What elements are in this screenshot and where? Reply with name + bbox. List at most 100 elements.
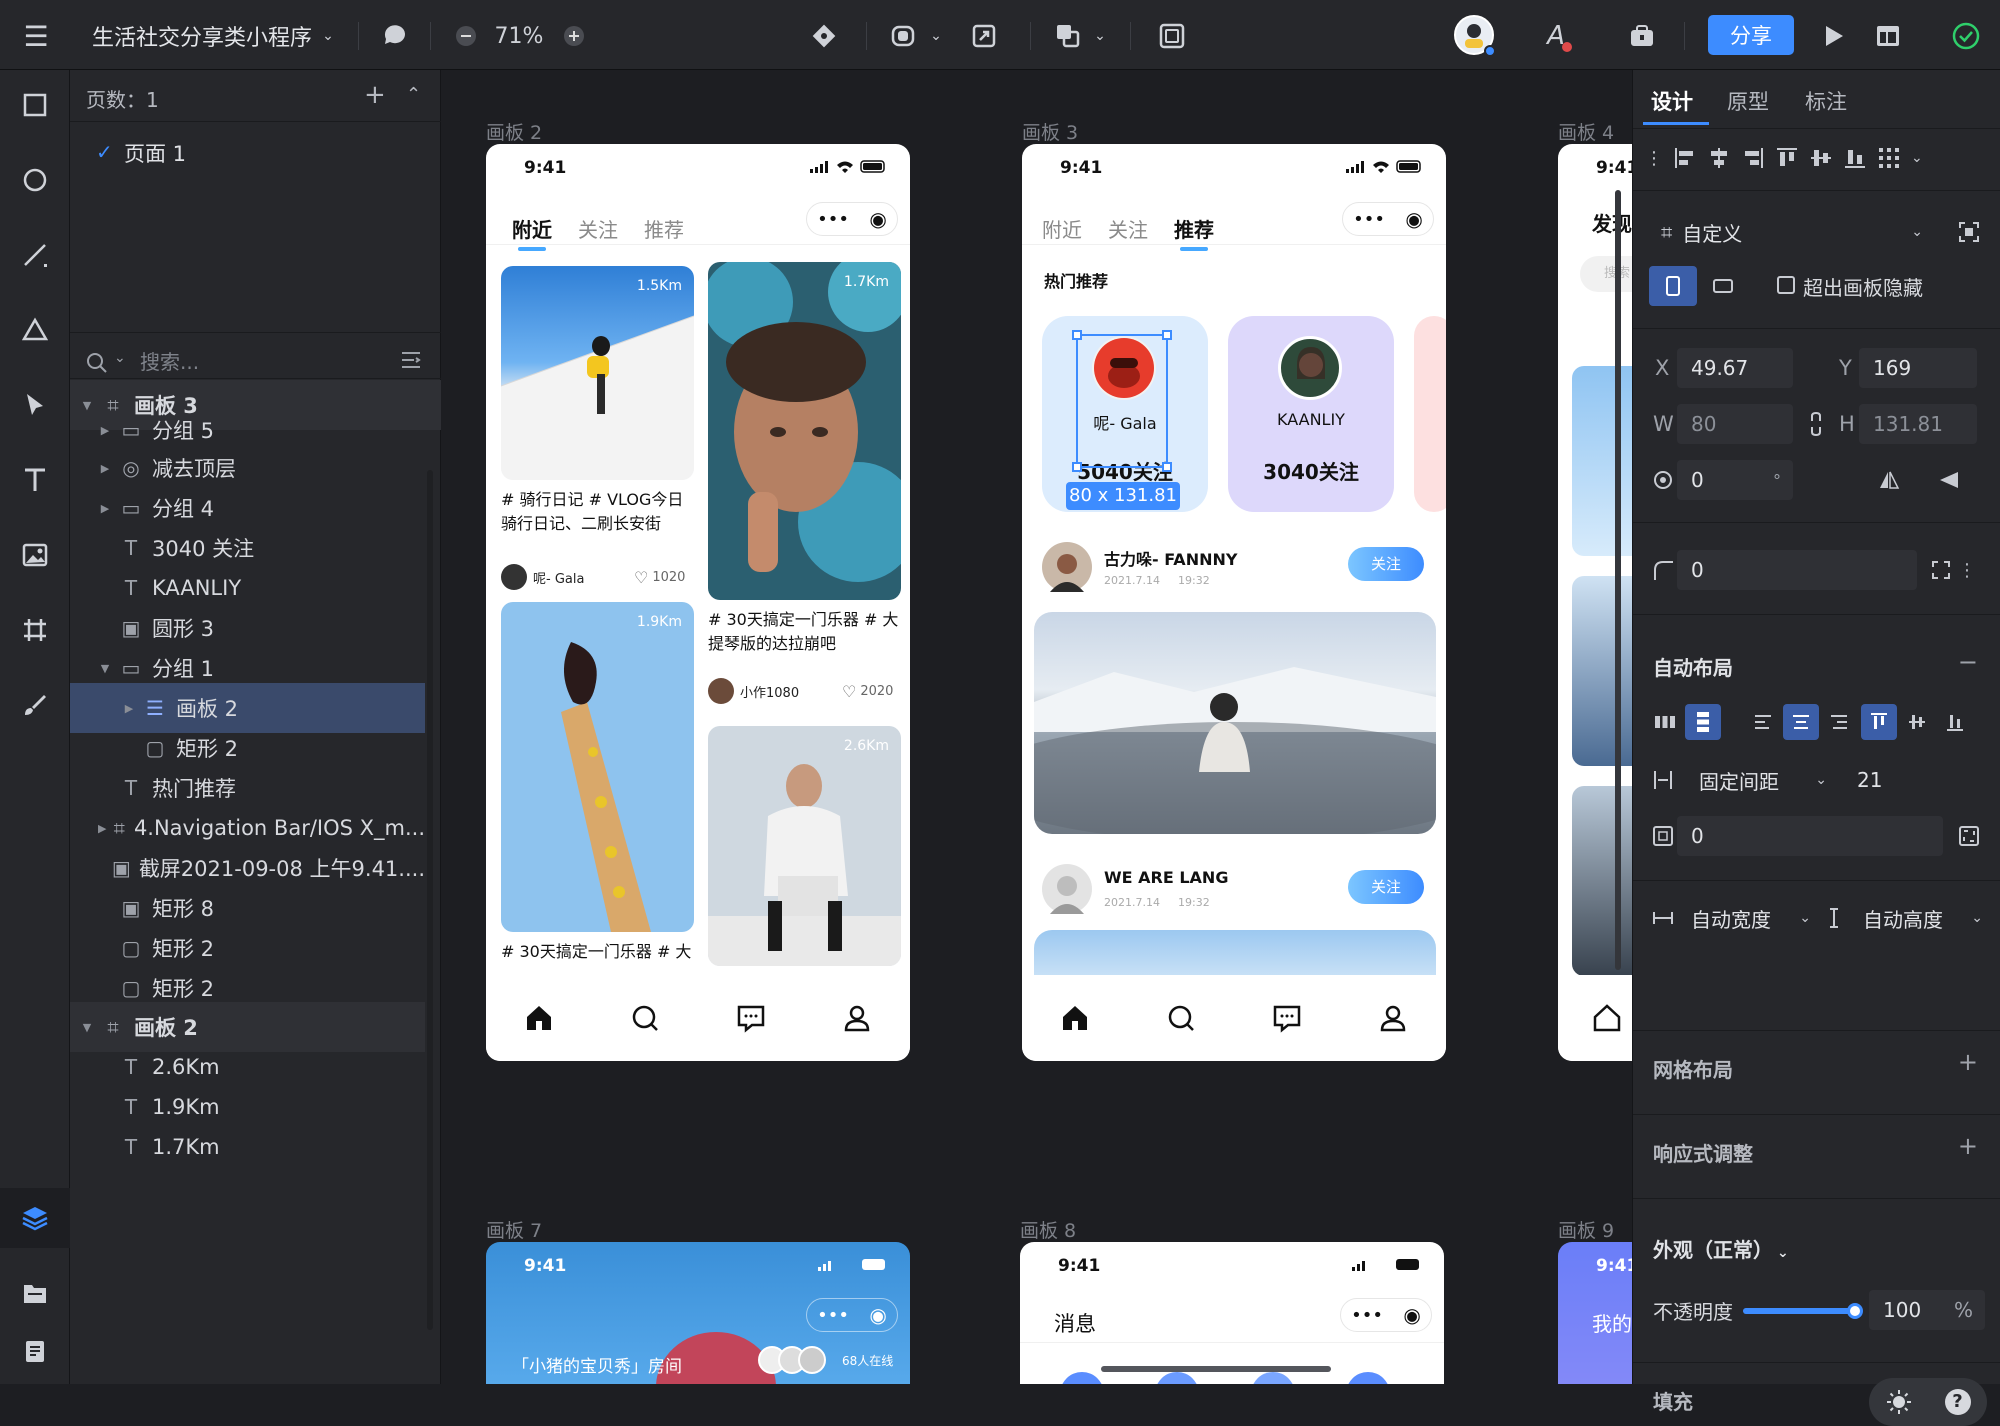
triangle-tool-icon[interactable] bbox=[10, 305, 60, 355]
rotation-input[interactable]: 0 ° bbox=[1677, 460, 1793, 500]
home-icon[interactable] bbox=[1592, 1003, 1622, 1033]
tab-following[interactable]: 关注 bbox=[578, 214, 618, 243]
tab-design[interactable]: 设计 bbox=[1651, 86, 1693, 116]
independent-padding-icon[interactable] bbox=[1951, 818, 1987, 854]
x-input[interactable]: 49.67 bbox=[1677, 348, 1793, 388]
help-icon[interactable]: ? bbox=[1944, 1389, 1971, 1415]
image-tool-icon[interactable] bbox=[10, 530, 60, 580]
discover-icon[interactable] bbox=[630, 1003, 660, 1033]
tab-prototype[interactable]: 原型 bbox=[1727, 86, 1769, 116]
artboard-8[interactable]: 9:41 消息 ••• ◉ bbox=[1020, 1242, 1444, 1384]
theme-sun-icon[interactable] bbox=[1886, 1389, 1912, 1415]
artboard-label[interactable]: 画板 3 bbox=[1022, 118, 1078, 145]
play-icon[interactable] bbox=[1816, 18, 1852, 54]
layout-vertical-icon[interactable] bbox=[1685, 704, 1721, 740]
home-icon[interactable] bbox=[524, 1003, 554, 1033]
auto-width-select[interactable]: 自动宽度 ⌄ bbox=[1677, 898, 1817, 938]
artboard-label[interactable]: 画板 7 bbox=[486, 1216, 542, 1243]
zoom-in-icon[interactable] bbox=[560, 22, 588, 50]
corner-radius-input[interactable]: 0 bbox=[1677, 550, 1917, 590]
fit-frame-icon[interactable] bbox=[1951, 214, 1987, 250]
align-top-icon[interactable] bbox=[1775, 146, 1799, 170]
h-input[interactable]: 131.81 bbox=[1859, 404, 1977, 444]
tab-recommend[interactable]: 推荐 bbox=[644, 214, 684, 243]
tab-recommend[interactable]: 推荐 bbox=[1174, 214, 1214, 251]
opacity-slider-thumb[interactable] bbox=[1847, 1303, 1863, 1319]
layer-row[interactable]: T 1.7Km bbox=[70, 1122, 425, 1172]
post-image[interactable]: 1.7Km bbox=[708, 262, 901, 600]
filter-icon[interactable] bbox=[400, 350, 422, 372]
chevron-down-icon[interactable]: ⌄ bbox=[926, 22, 946, 50]
chevron-down-icon[interactable]: ⌄ bbox=[114, 350, 126, 366]
constrain-proportions-icon[interactable] bbox=[1803, 406, 1829, 442]
board4-search[interactable]: 搜索 bbox=[1580, 256, 1632, 292]
remove-auto-layout-icon[interactable]: − bbox=[1958, 648, 1978, 676]
project-title[interactable]: 生活社交分享类小程序 bbox=[92, 20, 312, 52]
mini-program-capsule[interactable]: ••• ◉ bbox=[1342, 202, 1434, 236]
hot-card[interactable]: KAANLIY 3040关注 bbox=[1228, 316, 1394, 512]
message-icon[interactable] bbox=[736, 1003, 766, 1033]
flip-vertical-icon[interactable] bbox=[1931, 462, 1967, 498]
more-icon[interactable]: ⋮ bbox=[1645, 148, 1663, 169]
post-image[interactable]: 1.5Km bbox=[501, 266, 694, 480]
text-align-left-icon[interactable] bbox=[1745, 704, 1781, 740]
follow-button[interactable]: 关注 bbox=[1348, 547, 1424, 581]
w-input[interactable]: 80 bbox=[1677, 404, 1793, 444]
text-align-center-icon[interactable] bbox=[1783, 704, 1819, 740]
ellipse-tool-icon[interactable] bbox=[10, 155, 60, 205]
spacing-input[interactable]: 21 bbox=[1843, 760, 1983, 800]
layer-row[interactable]: ▶ ▭ 分组 5 bbox=[70, 413, 425, 447]
add-page-icon[interactable]: + bbox=[364, 80, 386, 110]
tab-nearby[interactable]: 附近 bbox=[512, 214, 552, 251]
layout-horizontal-icon[interactable] bbox=[1647, 704, 1683, 740]
text-align-right-icon[interactable] bbox=[1821, 704, 1857, 740]
add-responsive-icon[interactable]: + bbox=[1958, 1132, 1978, 1160]
share-button[interactable]: 分享 bbox=[1708, 15, 1794, 55]
layer-search-input[interactable]: 搜索... bbox=[140, 346, 360, 378]
hot-card[interactable] bbox=[1414, 316, 1446, 512]
layout-icon[interactable] bbox=[1870, 18, 1906, 54]
align-right-icon[interactable] bbox=[1741, 146, 1765, 170]
follow-button[interactable]: 关注 bbox=[1348, 870, 1424, 904]
align-left-icon[interactable] bbox=[1673, 146, 1697, 170]
comment-icon[interactable] bbox=[378, 18, 412, 52]
menu-icon[interactable]: ☰ bbox=[18, 18, 54, 54]
pen-tool-icon[interactable] bbox=[10, 380, 60, 430]
independent-corners-icon[interactable] bbox=[1923, 552, 1959, 588]
layers-tab-icon[interactable] bbox=[0, 1188, 70, 1248]
more-icon[interactable]: ⋮ bbox=[1955, 552, 1979, 588]
portrait-icon[interactable] bbox=[1649, 266, 1697, 306]
mini-program-capsule[interactable]: ••• ◉ bbox=[806, 1298, 898, 1332]
chevron-down-icon[interactable]: ⌄ bbox=[1090, 22, 1110, 50]
artboard-label[interactable]: 画板 4 bbox=[1558, 118, 1614, 145]
align-items-top-icon[interactable] bbox=[1861, 704, 1897, 740]
artboard-label[interactable]: 画板 8 bbox=[1020, 1216, 1076, 1243]
post-likes[interactable]: ♡ 2020 bbox=[842, 682, 893, 701]
post-likes[interactable]: ♡ 1020 bbox=[634, 568, 685, 587]
chevron-down-icon[interactable]: ⌄ bbox=[316, 22, 340, 50]
text-tool-icon[interactable] bbox=[10, 455, 60, 505]
layers-scrollbar[interactable] bbox=[427, 470, 433, 1330]
distribute-icon[interactable] bbox=[1877, 146, 1901, 170]
mini-program-capsule[interactable]: ••• ◉ bbox=[1340, 1298, 1432, 1332]
boolean-icon[interactable] bbox=[886, 18, 922, 54]
artboard-label[interactable]: 画板 2 bbox=[486, 118, 542, 145]
tab-annotate[interactable]: 标注 bbox=[1805, 86, 1847, 116]
vertical-scrollbar[interactable] bbox=[1615, 190, 1621, 970]
post-image[interactable]: 2.6Km bbox=[708, 726, 901, 966]
font-missing-icon[interactable]: A bbox=[1538, 18, 1574, 54]
assets-tab-icon[interactable] bbox=[10, 1268, 60, 1318]
post-image[interactable]: 1.9Km bbox=[501, 602, 694, 932]
rectangle-tool-icon[interactable] bbox=[10, 80, 60, 130]
align-items-center-icon[interactable] bbox=[1899, 704, 1935, 740]
selection-box[interactable] bbox=[1072, 330, 1172, 472]
opacity-slider[interactable] bbox=[1743, 1303, 1863, 1319]
opacity-input[interactable]: 100% bbox=[1869, 1290, 1985, 1330]
component-icon[interactable] bbox=[806, 18, 842, 54]
artboard-tool-icon[interactable] bbox=[10, 605, 60, 655]
artboard-2[interactable]: 9:41 附近 关注 推荐 ••• ◉ 1.5Km # 骑行日记 # VLOG今日… bbox=[486, 144, 910, 1061]
artboard-7[interactable]: 9:41 ••• ◉ 「小猪的宝贝秀」房间 68人在线 bbox=[486, 1242, 910, 1384]
post-image[interactable] bbox=[1034, 612, 1436, 834]
align-center-h-icon[interactable] bbox=[1707, 146, 1731, 170]
appearance-select[interactable]: 外观（正常） ⌄ bbox=[1653, 1234, 1789, 1263]
